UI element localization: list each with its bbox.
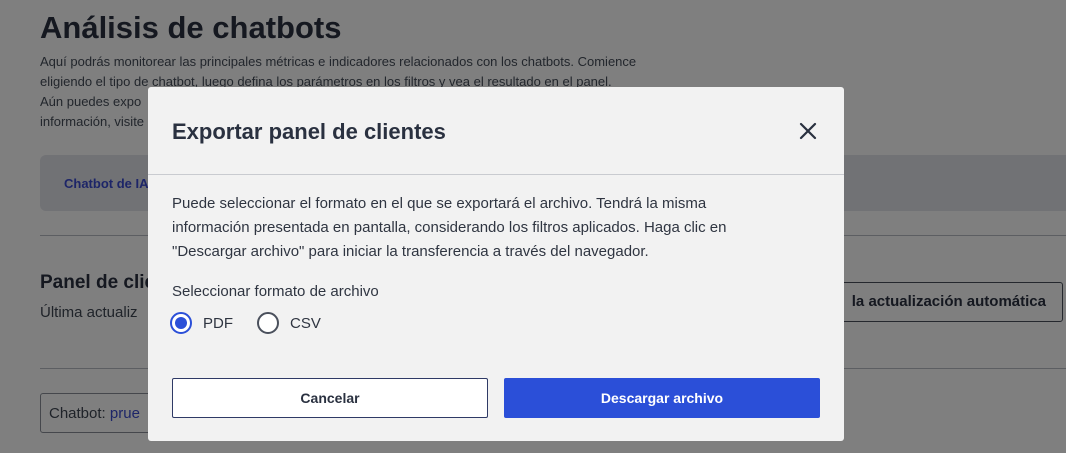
download-button[interactable]: Descargar archivo [504, 378, 820, 418]
format-label: Seleccionar formato de archivo [172, 283, 379, 300]
radio-pdf[interactable]: PDF [170, 311, 233, 335]
cancel-button[interactable]: Cancelar [172, 378, 488, 418]
radio-csv-label: CSV [290, 314, 321, 332]
radio-csv-circle[interactable] [257, 312, 279, 334]
radio-pdf-circle[interactable] [170, 312, 192, 334]
modal-description: Puede seleccionar el formato en el que s… [172, 192, 812, 264]
modal-description-line: Puede seleccionar el formato en el que s… [172, 195, 707, 212]
modal-description-line: "Descargar archivo" para iniciar la tran… [172, 243, 649, 260]
modal-title: Exportar panel de clientes [172, 119, 446, 144]
modal-description-line: información presentada en pantalla, cons… [172, 219, 727, 236]
close-icon [799, 122, 817, 140]
radio-pdf-label: PDF [203, 314, 233, 332]
export-modal: Exportar panel de clientes Puede selecci… [148, 87, 844, 441]
radio-csv[interactable]: CSV [257, 311, 321, 335]
close-button[interactable] [796, 119, 820, 143]
modal-header: Exportar panel de clientes [148, 87, 844, 175]
